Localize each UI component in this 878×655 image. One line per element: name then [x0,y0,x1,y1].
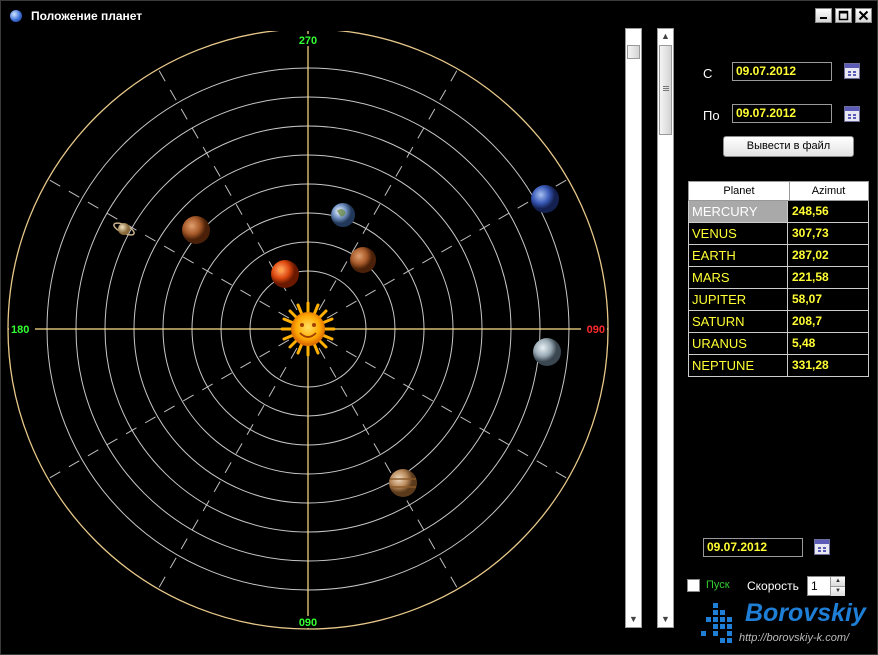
column-header-planet[interactable]: Planet [689,182,790,200]
minimize-icon [820,17,827,19]
logo-url: http://borovskiy-k.com/ [739,632,850,644]
from-calendar-icon[interactable] [844,63,860,79]
speed-label: Скорость [747,579,799,593]
current-date-field[interactable]: 09.07.2012 [703,538,803,557]
azimut-cell: 331,28 [792,358,829,372]
scroll-down-arrow-icon[interactable]: ▼ [626,612,641,627]
svg-text:090: 090 [587,324,605,336]
start-checkbox[interactable] [687,579,700,592]
axis-label-right: 090 [581,323,607,336]
scroll-down-arrow-icon[interactable]: ▼ [658,612,673,627]
azimut-cell: 248,56 [792,204,829,218]
svg-text:270: 270 [299,35,317,47]
planet-name-cell: MERCURY [689,201,788,222]
planet-name-cell: URANUS [689,333,788,354]
planet-venus-icon [350,247,376,273]
zoom-scrollbar-vertical[interactable]: ▲ ▼ [657,28,674,628]
planet-name-cell: NEPTUNE [689,355,788,376]
export-to-file-button[interactable]: Вывести в файл [723,136,854,157]
logo-text: Borovskiy [745,599,866,627]
app-window: Положение планет 270 090 180 090 ▼ ▲ ▼ С… [0,0,878,655]
table-row[interactable]: MERCURY 248,56 [688,201,869,223]
title-bar: Положение планет [1,1,877,31]
to-calendar-icon[interactable] [844,106,860,122]
azimut-cell: 58,07 [792,292,823,306]
table-row[interactable]: URANUS 5,48 [688,333,869,355]
from-label: С [703,66,713,81]
close-icon [858,10,869,21]
speed-value: 1 [811,579,818,593]
table-row[interactable]: VENUS 307,73 [688,223,869,245]
scroll-up-arrow-icon[interactable]: ▲ [658,29,673,44]
from-date-field[interactable]: 09.07.2012 [732,62,832,81]
start-label: Пуск [706,579,730,591]
to-label: По [703,108,720,123]
table-row[interactable]: NEPTUNE 331,28 [688,355,869,377]
close-button[interactable] [855,8,872,23]
azimut-cell: 221,58 [792,270,829,284]
planet-name-cell: SATURN [689,311,788,332]
table-row[interactable]: JUPITER 58,07 [688,289,869,311]
table-row[interactable]: MARS 221,58 [688,267,869,289]
chevron-up-icon[interactable]: ▲ [830,577,845,586]
current-calendar-icon[interactable] [814,539,830,555]
sun-icon [280,301,336,357]
maximize-icon [838,10,849,21]
axis-label-bottom: 090 [295,616,321,629]
table-row[interactable]: SATURN 208,7 [688,311,869,333]
column-header-azimut[interactable]: Azimut [789,182,868,200]
window-title: Положение планет [31,9,143,23]
azimut-cell: 287,02 [792,248,829,262]
borovskiy-logo: Borovskiy http://borovskiy-k.com/ [701,599,873,651]
axis-label-left: 180 [9,323,35,336]
planet-mars-icon [182,216,210,244]
chevron-down-icon[interactable]: ▼ [830,586,845,596]
planet-earth-icon [331,203,355,227]
app-globe-icon [10,10,22,22]
planet-name-cell: VENUS [689,223,788,244]
planet-neptune-icon [531,185,559,213]
to-date-field[interactable]: 09.07.2012 [732,104,832,123]
table-header: Planet Azimut [688,181,869,201]
planet-name-cell: MARS [689,267,788,288]
maximize-button[interactable] [835,8,852,23]
solar-system-chart: 270 090 180 090 [1,31,619,651]
minimize-button[interactable] [815,8,832,23]
azimut-cell: 5,48 [792,336,816,350]
svg-text:090: 090 [299,617,317,629]
zoom-scroll-thumb[interactable] [659,45,672,135]
table-row[interactable]: EARTH 287,02 [688,245,869,267]
speed-stepper[interactable]: 1 ▲ ▼ [807,576,845,596]
planet-name-cell: EARTH [689,245,788,266]
svg-text:180: 180 [11,324,29,336]
axis-label-top: 270 [295,34,321,47]
planet-jupiter-icon [389,469,417,497]
chart-scroll-thumb[interactable] [627,45,640,59]
azimut-cell: 208,7 [792,314,823,328]
planet-name-cell: JUPITER [689,289,788,310]
planet-uranus-icon [533,338,561,366]
azimut-cell: 307,73 [792,226,829,240]
chart-scrollbar-vertical[interactable]: ▼ [625,28,642,628]
planet-mercury-icon [271,260,299,288]
